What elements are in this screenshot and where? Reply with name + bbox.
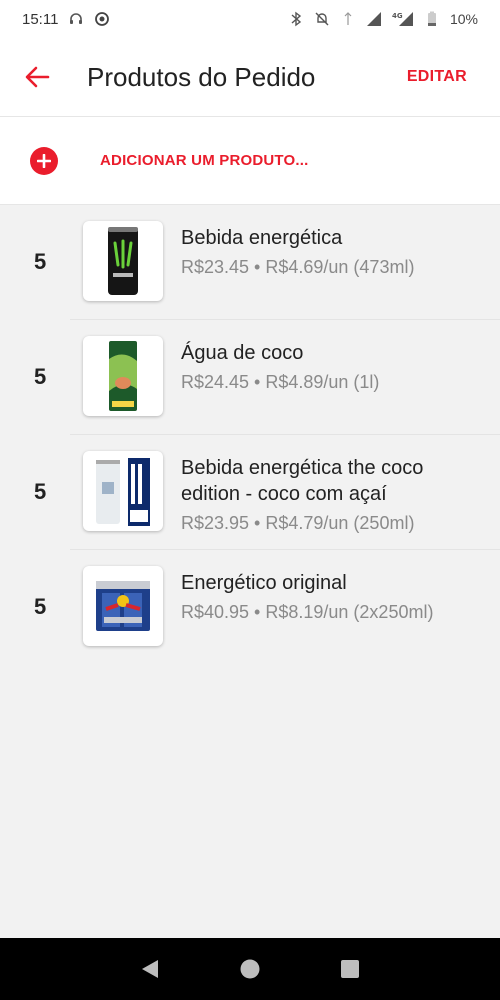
triangle-back-icon xyxy=(142,960,158,978)
headset-icon xyxy=(68,11,84,27)
product-price: R$23.95 • R$4.79/un (250ml) xyxy=(181,513,415,533)
monster-can-icon xyxy=(83,221,163,301)
product-item[interactable]: 5 Água de coco R$24.45 • R$4.89/un (1l) xyxy=(0,320,500,435)
product-item[interactable]: 5 Bebida energética R$23.45 • R$4.69/un … xyxy=(0,205,500,320)
data-arrows-icon xyxy=(340,11,356,27)
product-name: Bebida energética the coco edition - coc… xyxy=(181,457,424,505)
product-quantity: 5 xyxy=(34,364,47,389)
back-button[interactable] xyxy=(22,62,52,92)
redbull-coco-can-icon xyxy=(83,451,163,531)
app-bar: Produtos do Pedido EDITAR xyxy=(0,38,500,116)
coconut-water-carton-icon xyxy=(83,336,163,416)
product-name: Bebida energética xyxy=(181,227,343,249)
status-time: 15:11 xyxy=(22,10,59,28)
nav-back-button[interactable] xyxy=(138,957,162,981)
add-product-label: ADICIONAR UM PRODUTO... xyxy=(100,152,309,169)
product-name: Energético original xyxy=(181,572,347,594)
add-product-button[interactable]: ADICIONAR UM PRODUTO... xyxy=(0,117,500,205)
product-item[interactable]: 5 Bebida energética the coco edition - c… xyxy=(0,435,500,550)
nav-recents-button[interactable] xyxy=(338,957,362,981)
back-arrow-icon xyxy=(25,66,50,88)
status-bar: 15:11 4G 10% xyxy=(0,0,500,38)
page-title: Produtos do Pedido xyxy=(87,62,316,92)
square-recents-icon xyxy=(341,960,359,978)
product-quantity: 5 xyxy=(34,594,47,619)
product-price: R$24.45 • R$4.89/un (1l) xyxy=(181,372,380,392)
status-right: 4G 10% xyxy=(288,11,478,27)
nav-home-button[interactable] xyxy=(238,957,262,981)
product-price: R$40.95 • R$8.19/un (2x250ml) xyxy=(181,602,434,622)
product-price: R$23.45 • R$4.69/un (473ml) xyxy=(181,257,415,277)
battery-percent: 10% xyxy=(449,11,478,27)
signal-4g-icon: 4G xyxy=(392,11,414,27)
mute-bell-icon xyxy=(314,11,330,27)
product-item[interactable]: 5 Energético original R$40.95 • R$8.19/u… xyxy=(0,550,500,665)
edit-button[interactable]: EDITAR xyxy=(407,68,467,86)
redbull-pack-icon xyxy=(83,566,163,646)
battery-icon xyxy=(424,11,440,27)
status-left: 15:11 xyxy=(22,11,110,28)
product-quantity: 5 xyxy=(34,479,47,504)
plus-circle-icon xyxy=(30,147,58,175)
circle-home-icon xyxy=(240,959,260,979)
signal-icon xyxy=(366,11,382,27)
bluetooth-icon xyxy=(288,11,304,27)
product-list: 5 Bebida energética R$23.45 • R$4.69/un … xyxy=(0,205,500,665)
whatsapp-icon xyxy=(94,11,110,27)
product-name: Água de coco xyxy=(181,342,304,364)
svg-text:4G: 4G xyxy=(392,12,403,20)
product-quantity: 5 xyxy=(34,249,47,274)
system-nav-bar xyxy=(0,938,500,1000)
